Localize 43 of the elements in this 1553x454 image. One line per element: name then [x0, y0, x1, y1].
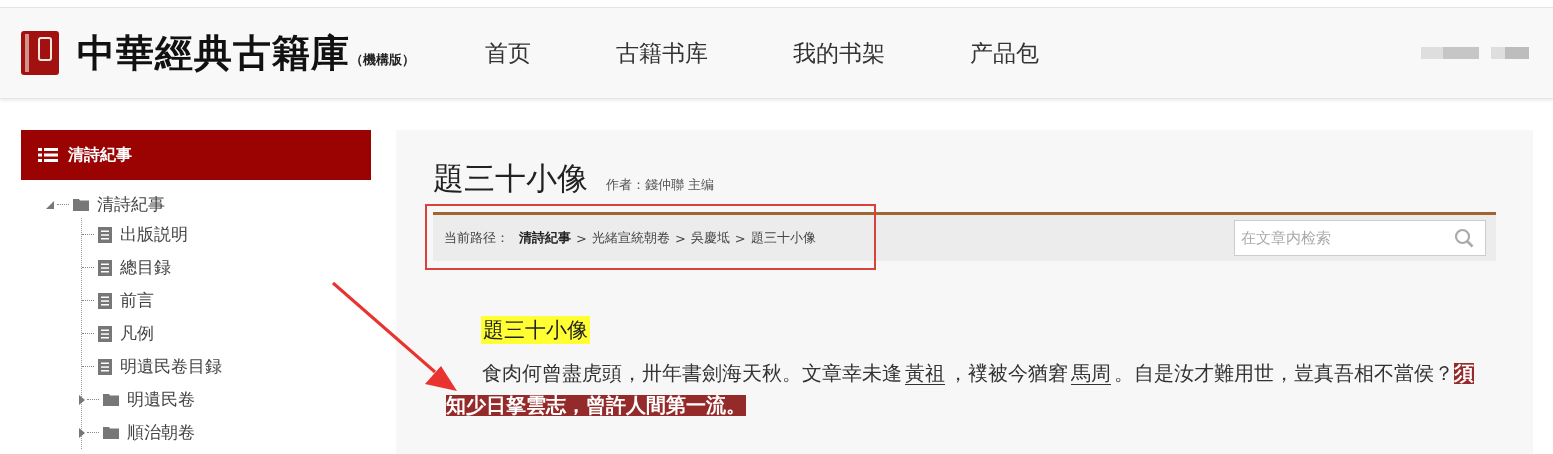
search-icon[interactable] — [1454, 228, 1474, 248]
nav-link[interactable]: 我的书架 — [793, 37, 885, 69]
breadcrumb-link[interactable]: 光緒宣統朝卷 — [591, 229, 670, 247]
nav-link[interactable]: 产品包 — [970, 37, 1039, 69]
collapsed-triangle-icon[interactable] — [77, 393, 87, 406]
document-icon — [98, 292, 112, 309]
folder-icon — [103, 426, 119, 439]
tree-item[interactable]: 出版説明 — [120, 223, 188, 246]
author-text: 作者：錢仲聯 主编 — [606, 176, 715, 194]
folder-icon — [73, 197, 89, 211]
search-field[interactable]: 在文章内检索 — [1234, 220, 1486, 256]
term-link[interactable]: 黃祖 — [905, 363, 945, 385]
document-icon — [98, 226, 112, 243]
article-title: 題三十小像 — [433, 160, 588, 198]
tree-item[interactable]: 明遺民卷 — [127, 388, 195, 411]
breadcrumb-link[interactable]: 吳慶坻 — [690, 229, 730, 247]
breadcrumb-link[interactable]: 清詩紀事 — [519, 229, 571, 247]
term-link[interactable]: 馬周 — [1071, 363, 1111, 385]
nav-link[interactable]: 古籍书库 — [616, 37, 708, 69]
breadcrumb-label: 当前路径： — [444, 229, 509, 247]
document-icon — [98, 325, 112, 342]
folder-icon — [103, 393, 119, 406]
breadcrumb-separator: > — [576, 230, 587, 246]
tree-item[interactable]: 清詩紀事 — [97, 192, 165, 216]
tree-item[interactable]: 順治朝卷 — [127, 421, 195, 444]
poem-heading: 題三十小像 — [481, 316, 590, 344]
breadcrumb-separator: > — [734, 230, 746, 246]
list-icon — [38, 147, 58, 163]
poem-paragraph: 食肉何曾盡虎頭，卅年書劍海天秋。文章幸未逢 黃祖，襆被今猶窘 馬周。自是汝才難用世，豈真吾相不當侯？須知少日拏雲志，曾許人間第一流。 — [446, 362, 1475, 418]
tree-item[interactable]: 明遺民卷目録 — [120, 355, 222, 378]
seal-logo-icon — [19, 29, 61, 77]
document-icon — [98, 259, 112, 276]
tree-item[interactable]: 總目録 — [120, 256, 171, 279]
collapsed-triangle-icon[interactable] — [77, 426, 87, 439]
breadcrumb-link[interactable]: 題三十小像 — [750, 229, 816, 247]
tree-item[interactable]: 前言 — [120, 289, 154, 312]
document-icon — [98, 358, 112, 375]
edition-label: （機構版） — [350, 51, 415, 69]
tree-item[interactable]: 凡例 — [120, 322, 154, 345]
breadcrumb-separator: > — [674, 230, 686, 246]
site-title[interactable]: 中華經典古籍庫 — [77, 27, 350, 79]
nav-link[interactable]: 首页 — [485, 37, 531, 69]
sidebar-title: 清詩紀事 — [68, 144, 132, 166]
